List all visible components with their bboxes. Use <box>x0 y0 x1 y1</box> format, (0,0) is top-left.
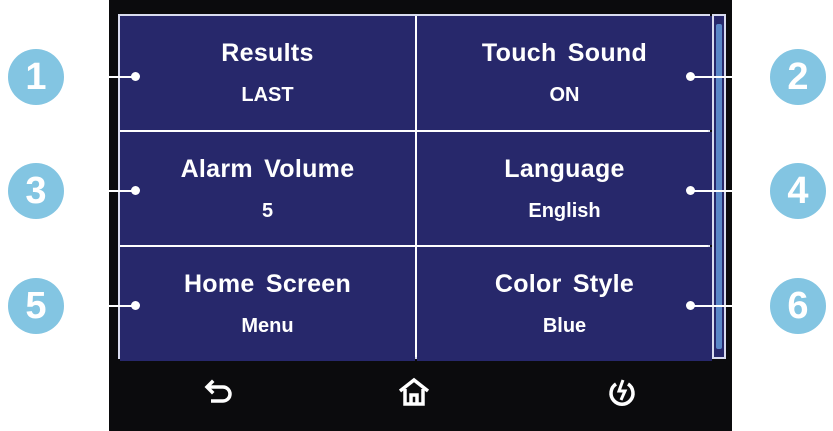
callout-6: 6 <box>770 278 826 334</box>
callout-4: 4 <box>770 163 826 219</box>
callout-1: 1 <box>8 49 64 105</box>
setting-color-style[interactable]: Color Style Blue <box>417 247 712 361</box>
setting-title: Home Screen <box>183 270 352 298</box>
setting-alarm-volume[interactable]: Alarm Volume 5 <box>120 132 415 245</box>
callout-2: 2 <box>770 49 826 105</box>
home-icon <box>398 377 430 406</box>
setting-title: Alarm Volume <box>180 154 355 183</box>
scrollbar-thumb[interactable] <box>716 24 722 349</box>
power-icon <box>609 379 635 406</box>
back-button[interactable] <box>190 366 250 418</box>
bottom-navbar <box>118 362 710 422</box>
callout-dot-5 <box>131 301 140 310</box>
callout-dot-2 <box>686 72 695 81</box>
callout-dot-3 <box>131 186 140 195</box>
callout-dot-1 <box>131 72 140 81</box>
setting-title: Touch Sound <box>481 39 648 67</box>
callout-3: 3 <box>8 163 64 219</box>
setting-value: 5 <box>261 199 274 222</box>
setting-value: Blue <box>542 315 587 337</box>
setting-title: Color Style <box>494 270 635 298</box>
setting-value: Menu <box>241 315 294 337</box>
setting-home-screen[interactable]: Home Screen Menu <box>120 247 415 361</box>
setting-title: Results <box>221 39 314 67</box>
callout-dot-4 <box>686 186 695 195</box>
setting-touch-sound[interactable]: Touch Sound ON <box>417 16 712 130</box>
power-button[interactable] <box>592 366 652 418</box>
setting-value: ON <box>549 84 580 106</box>
back-arrow-icon <box>204 379 232 403</box>
scrollbar[interactable] <box>712 14 726 359</box>
setting-value: LAST <box>241 84 294 106</box>
setting-results[interactable]: Results LAST <box>120 16 415 130</box>
setting-title: Language <box>504 154 625 183</box>
setting-language[interactable]: Language English <box>417 132 712 245</box>
callout-5: 5 <box>8 278 64 334</box>
settings-grid: Results LAST Touch Sound ON Alarm Volume… <box>118 14 712 361</box>
home-button[interactable] <box>384 366 444 418</box>
setting-value: English <box>528 199 601 222</box>
callout-dot-6 <box>686 301 695 310</box>
